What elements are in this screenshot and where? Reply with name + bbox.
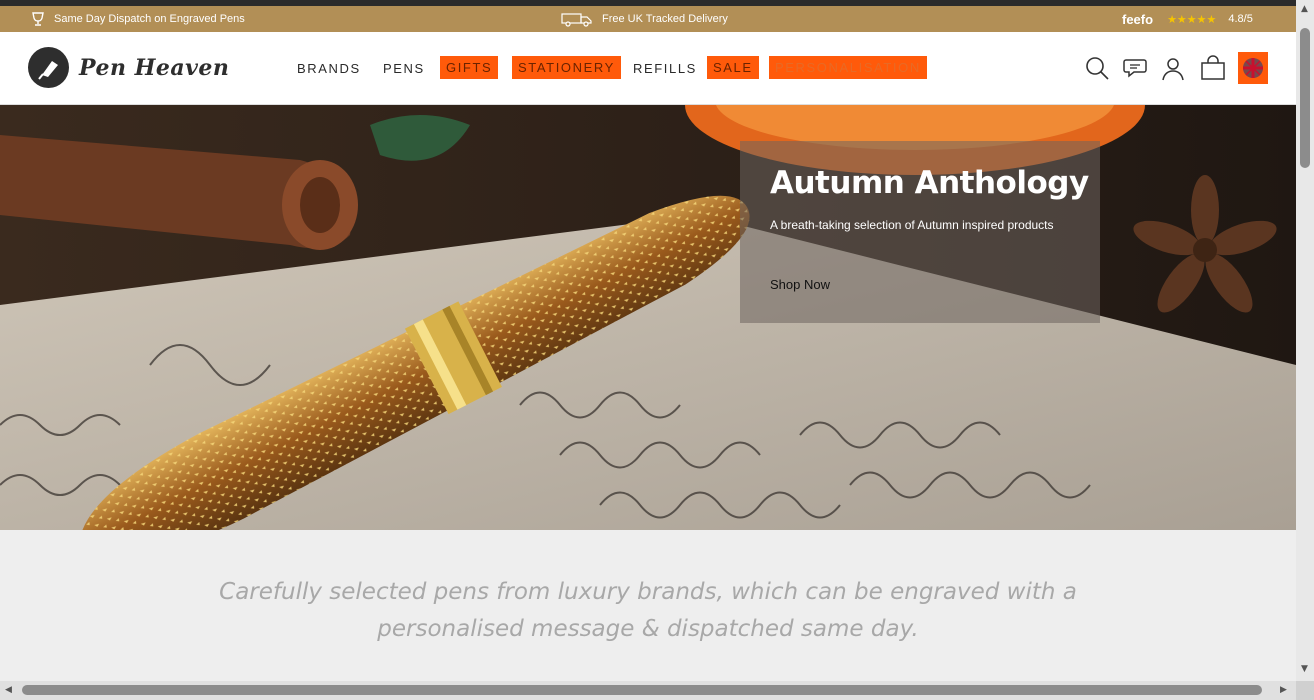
hero-title: Autumn Anthology [770, 165, 1089, 201]
nav-stationery[interactable]: STATIONERY [512, 56, 621, 79]
site-header: Pen Heaven BRANDS PENS GIFTS STATIONERY … [0, 32, 1296, 105]
dispatch-text: Same Day Dispatch on Engraved Pens [54, 13, 245, 25]
dispatch-notice: Same Day Dispatch on Engraved Pens [30, 6, 245, 32]
intro-text: Carefully selected pens from luxury bran… [219, 579, 1077, 642]
pen-nib-logo-icon [28, 47, 69, 88]
horizontal-scrollbar[interactable]: ◀ ▶ [0, 681, 1296, 700]
scroll-right-icon[interactable]: ▶ [1280, 685, 1287, 695]
hero-image [0, 105, 1296, 530]
hero-banner[interactable]: Autumn Anthology A breath-taking selecti… [0, 105, 1296, 530]
logo-text: Pen Heaven [79, 54, 230, 81]
feefo-rating[interactable]: feefo ★★★★★ 4.8/5 [1122, 6, 1253, 32]
nav-personalisation[interactable]: PERSONALISATION [769, 56, 927, 79]
feefo-logo: feefo [1122, 11, 1154, 27]
trophy-icon [32, 12, 44, 26]
search-icon[interactable] [1084, 55, 1110, 81]
vertical-scroll-thumb[interactable] [1300, 28, 1310, 168]
feefo-stars: ★★★★★ [1167, 13, 1217, 26]
delivery-notice: Free UK Tracked Delivery [560, 6, 728, 32]
shop-now-link[interactable]: Shop Now [770, 277, 830, 292]
nav-sale[interactable]: SALE [707, 56, 759, 79]
uk-flag-icon[interactable] [1238, 52, 1268, 84]
scroll-down-icon[interactable]: ▼ [1301, 664, 1308, 674]
intro-section: Carefully selected pens from luxury bran… [0, 530, 1296, 681]
nav-refills[interactable]: REFILLS [633, 61, 697, 76]
site-logo[interactable]: Pen Heaven [28, 47, 229, 88]
delivery-text: Free UK Tracked Delivery [602, 13, 728, 25]
vertical-scrollbar[interactable]: ▲ ▼ [1296, 0, 1314, 681]
nav-brands[interactable]: BRANDS [297, 61, 361, 76]
nav-gifts[interactable]: GIFTS [440, 56, 499, 79]
account-icon[interactable] [1160, 55, 1186, 81]
nav-pens[interactable]: PENS [383, 61, 425, 76]
scrollbar-corner [1296, 681, 1314, 700]
chat-icon[interactable] [1122, 55, 1148, 81]
basket-icon[interactable] [1200, 55, 1226, 81]
scroll-left-icon[interactable]: ◀ [5, 685, 12, 695]
browser-viewport: Same Day Dispatch on Engraved Pens Free … [0, 0, 1296, 681]
horizontal-scroll-thumb[interactable] [22, 685, 1262, 695]
announcement-bar: Same Day Dispatch on Engraved Pens Free … [0, 6, 1296, 32]
feefo-score: 4.8/5 [1228, 13, 1253, 25]
hero-subtitle: A breath-taking selection of Autumn insp… [770, 218, 1054, 232]
scroll-up-icon[interactable]: ▲ [1301, 4, 1308, 14]
truck-icon [561, 13, 592, 27]
